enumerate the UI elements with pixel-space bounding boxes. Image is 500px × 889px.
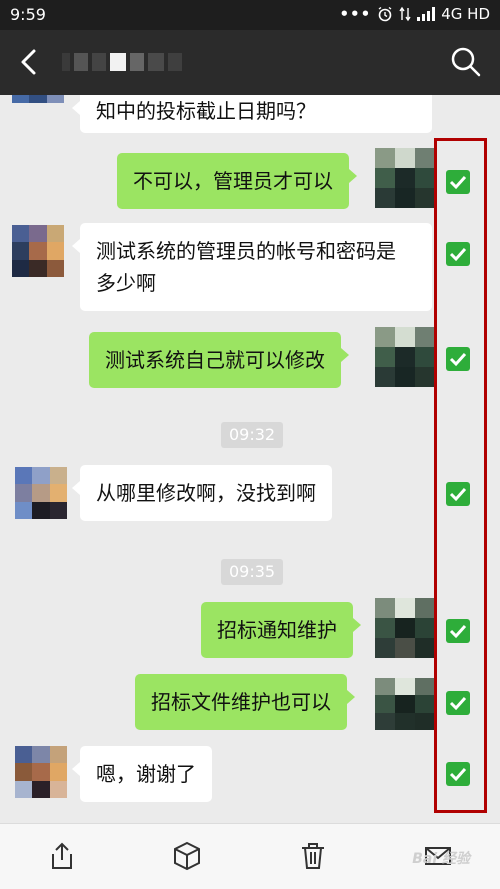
- signal-icon: [417, 7, 436, 21]
- message-incoming[interactable]: 从哪里修改啊，没找到啊: [72, 465, 332, 521]
- timestamp-label: 09:35: [221, 559, 284, 585]
- back-arrow-icon[interactable]: [14, 44, 48, 80]
- message-incoming[interactable]: 知中的投标截止日期吗？: [72, 95, 432, 133]
- avatar-incoming: [15, 746, 67, 798]
- notification-dots: •••: [339, 5, 372, 23]
- watermark: Bai 经验: [412, 851, 470, 867]
- message-incoming[interactable]: 嗯，谢谢了: [72, 746, 212, 802]
- avatar-self: [375, 148, 435, 208]
- message-text: 测试系统自己就可以修改: [105, 348, 325, 372]
- message-text-line: 测试系统的管理员的帐号和密码是: [96, 239, 396, 263]
- message-outgoing[interactable]: 招标通知维护: [201, 602, 361, 658]
- chat-header: [0, 30, 500, 95]
- avatar-self: [375, 598, 435, 658]
- network-label: 4G HD: [441, 5, 490, 23]
- message-text: 不可以，管理员才可以: [133, 169, 333, 193]
- message-text: 招标文件维护也可以: [151, 690, 331, 714]
- avatar-incoming: [12, 225, 64, 277]
- share-icon[interactable]: [46, 840, 78, 872]
- avatar-incoming: [15, 467, 67, 519]
- bottom-toolbar: Bai 经验: [0, 823, 500, 889]
- status-bar: 9:59 ••• 4G HD: [0, 0, 500, 30]
- search-icon[interactable]: [448, 44, 484, 80]
- avatar-self: [375, 678, 435, 730]
- message-text: 从哪里修改啊，没找到啊: [96, 481, 316, 505]
- message-list[interactable]: 知中的投标截止日期吗？ 不可以，管理员才可以 测试系统的管理员的帐号和密码是 多…: [0, 95, 500, 823]
- status-icons: ••• 4G HD: [339, 5, 490, 23]
- data-arrows-icon: [399, 6, 411, 22]
- trash-icon[interactable]: [297, 840, 329, 872]
- alarm-icon: [378, 6, 392, 22]
- avatar-incoming: [12, 95, 64, 103]
- message-text: 招标通知维护: [217, 618, 337, 642]
- avatar-self: [375, 327, 435, 387]
- highlight-annotation-box: [434, 138, 487, 813]
- message-outgoing[interactable]: 测试系统自己就可以修改: [89, 332, 349, 388]
- timestamp-label: 09:32: [221, 422, 284, 448]
- status-time: 9:59: [10, 5, 46, 24]
- message-text-line: 多少啊: [96, 271, 156, 295]
- message-outgoing[interactable]: 不可以，管理员才可以: [117, 153, 357, 209]
- message-incoming[interactable]: 测试系统的管理员的帐号和密码是 多少啊: [72, 223, 432, 311]
- message-outgoing[interactable]: 招标文件维护也可以: [135, 674, 355, 730]
- chat-title-obscured: [62, 48, 182, 76]
- cube-icon[interactable]: [171, 840, 203, 872]
- message-text: 嗯，谢谢了: [96, 762, 196, 786]
- message-text: 知中的投标截止日期吗？: [96, 99, 316, 123]
